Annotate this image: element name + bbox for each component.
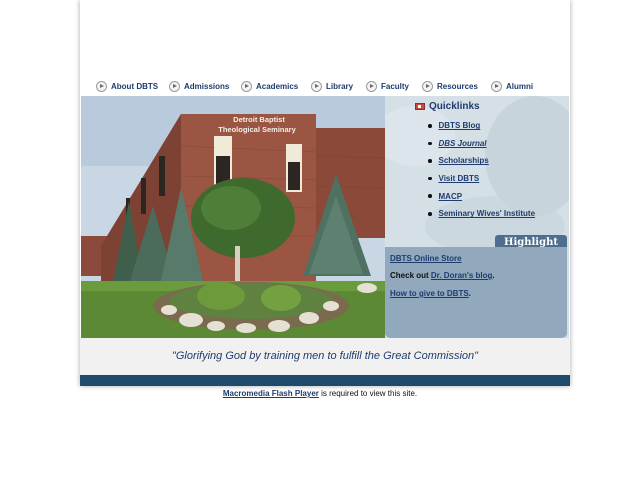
nav-label: Admissions (184, 81, 230, 91)
footer-bar (80, 375, 570, 386)
quicklink-item: MACP (428, 187, 535, 205)
quicklink-item: DBS Journal (428, 135, 535, 153)
highlight-line-blog: Check out Dr. Doran's blog. (390, 271, 495, 280)
nav-item-library[interactable]: Library (311, 78, 353, 94)
nav-label: About DBTS (111, 81, 159, 91)
nav-label: Resources (437, 81, 478, 91)
give-suffix-text: . (468, 289, 471, 298)
arrow-right-icon (241, 80, 252, 92)
quicklinks-panel: Quicklinks DBTS Blog DBS Journal Scholar… (385, 96, 569, 338)
arrow-right-icon (366, 80, 377, 92)
bullet-icon (428, 176, 432, 181)
nav-label: Academics (256, 81, 299, 91)
nav-label: Library (326, 81, 354, 91)
arrow-right-icon (169, 80, 180, 92)
bullet-icon (428, 194, 432, 198)
quicklink-seminary-wives-institute[interactable]: Seminary Wives' Institute (439, 209, 536, 218)
quicklink-visit-dbts[interactable]: Visit DBTS (439, 174, 480, 183)
quicklink-dbs-journal[interactable]: DBS Journal (439, 139, 487, 148)
tagline-band: "Glorifying God by training men to fulfi… (80, 338, 570, 375)
bullet-icon (428, 141, 432, 146)
quicklink-item: Seminary Wives' Institute (428, 205, 535, 223)
quicklink-dbts-blog[interactable]: DBTS Blog (439, 121, 481, 130)
give-to-dbts-link[interactable]: How to give to DBTS (390, 289, 469, 298)
arrow-right-icon (311, 80, 322, 92)
quicklink-macp[interactable]: MACP (439, 192, 463, 201)
main-navigation: About DBTS Admissions Academics Library … (80, 76, 570, 96)
page-container: About DBTS Admissions Academics Library … (80, 0, 570, 386)
building-sign-line2: Theological Seminary (218, 125, 296, 134)
nav-item-resources[interactable]: Resources (422, 78, 478, 94)
highlight-line-store: DBTS Online Store (390, 254, 462, 263)
quicklinks-list: DBTS Blog DBS Journal Scholarships Visit… (428, 117, 535, 223)
nav-label: Faculty (381, 81, 410, 91)
arrow-right-icon (422, 80, 433, 92)
nav-item-academics[interactable]: Academics (241, 78, 298, 94)
bullet-icon (428, 124, 432, 128)
bullet-icon (428, 212, 432, 216)
quicklink-scholarships[interactable]: Scholarships (439, 156, 489, 165)
quicklinks-title: Quicklinks (429, 100, 480, 112)
arrow-right-icon (96, 80, 107, 92)
arrow-right-icon (491, 80, 502, 92)
quicklink-item: DBTS Blog (428, 117, 535, 135)
bullet-icon (428, 159, 432, 163)
campus-photo: Detroit Baptist Theological Seminary (81, 96, 385, 338)
blog-suffix-text: . (492, 271, 495, 280)
online-store-link[interactable]: DBTS Online Store (390, 254, 462, 263)
quicklinks-header: Quicklinks (415, 100, 480, 112)
nav-label: Alumni (506, 81, 534, 91)
flash-note-suffix: is required to view this site. (318, 389, 418, 398)
quicklink-item: Visit DBTS (428, 170, 535, 188)
nav-item-admissions[interactable]: Admissions (169, 78, 229, 94)
tagline-text: "Glorifying God by training men to fulfi… (171, 350, 479, 362)
check-out-text: Check out (390, 271, 431, 280)
flash-player-link[interactable]: Macromedia Flash Player (223, 389, 319, 398)
quicklink-item: Scholarships (428, 152, 535, 170)
nav-item-about-dbts[interactable]: About DBTS (96, 78, 158, 94)
nav-item-alumni[interactable]: Alumni (491, 78, 533, 94)
nav-item-faculty[interactable]: Faculty (366, 78, 409, 94)
doran-blog-link[interactable]: Dr. Doran's blog (431, 271, 492, 280)
quicklinks-icon (415, 102, 425, 110)
highlight-line-give: How to give to DBTS. (390, 289, 471, 298)
flash-requirement-note: Macromedia Flash Player is required to v… (0, 389, 640, 398)
building-sign-line1: Detroit Baptist (233, 115, 285, 124)
highlight-box: DBTS Online Store Check out Dr. Doran's … (385, 247, 567, 338)
